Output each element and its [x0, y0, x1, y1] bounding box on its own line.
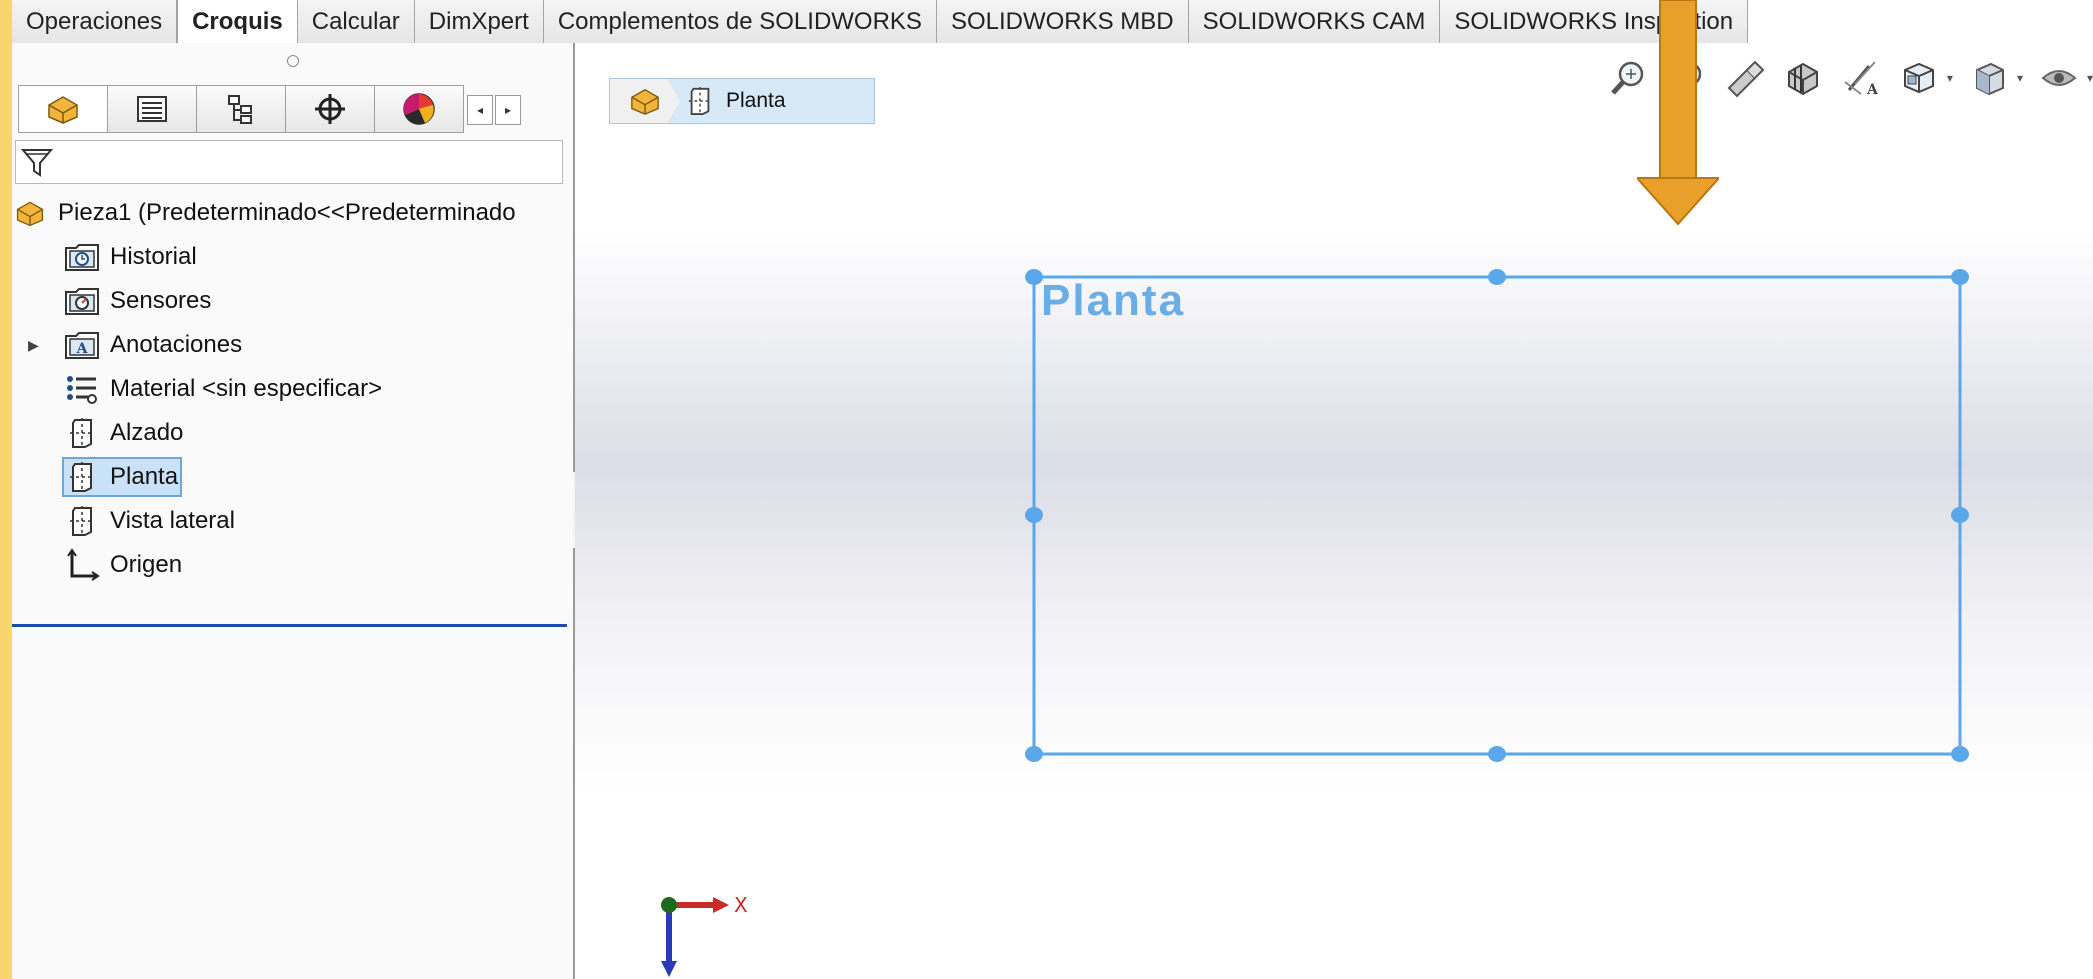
graphics-area[interactable]: Planta A ▾ ▾ ▾ Planta X: [575, 43, 2093, 979]
tree-root-part[interactable]: Pieza1 (Predeterminado<<Predeterminado: [12, 191, 573, 235]
tree-item-historial[interactable]: Historial: [12, 235, 573, 279]
resize-handle[interactable]: [1951, 269, 1969, 285]
manager-tabs-scroller: ◂ ▸: [464, 85, 524, 135]
tree-item-alzado[interactable]: Alzado: [12, 411, 573, 455]
history-folder-icon: [64, 239, 100, 275]
plane-handles: [1025, 269, 1969, 762]
tab-complementos[interactable]: Complementos de SOLIDWORKS: [544, 0, 937, 43]
origin-icon: [64, 547, 100, 583]
plane-icon: [64, 415, 100, 451]
tree-item-label: Planta: [110, 463, 179, 490]
part-manager-icon[interactable]: [18, 85, 108, 133]
tree-filter-bar[interactable]: [15, 140, 563, 184]
tree-item-anotaciones[interactable]: ▶ A Anotaciones: [12, 323, 573, 367]
tree-item-label: Alzado: [110, 419, 184, 446]
plane-icon: [64, 459, 100, 495]
resize-handle[interactable]: [1025, 507, 1043, 523]
tree-item-label: Historial: [110, 243, 197, 270]
sensors-folder-icon: [64, 283, 100, 319]
tree-selection-box: Planta: [61, 457, 183, 497]
tree-item-sensores[interactable]: Sensores: [12, 279, 573, 323]
tab-solidworks-mbd[interactable]: SOLIDWORKS MBD: [937, 0, 1189, 43]
resize-handle[interactable]: [1488, 269, 1506, 285]
plane-preview: [1025, 269, 1969, 762]
tree-item-label: Anotaciones: [110, 331, 243, 358]
annotation-arrow-icon: [1637, 0, 1719, 226]
tab-operaciones[interactable]: Operaciones: [12, 0, 178, 43]
tree-item-label: Origen: [110, 551, 183, 578]
svg-text:A: A: [76, 341, 89, 357]
tree-root-label: Pieza1 (Predeterminado<<Predeterminado: [58, 199, 516, 226]
annotations-folder-icon: A: [64, 327, 100, 363]
part-icon: [12, 195, 48, 231]
dimxpert-manager-icon[interactable]: [286, 85, 375, 133]
tab-croquis[interactable]: Croquis: [177, 0, 298, 43]
tab-solidworks-cam[interactable]: SOLIDWORKS CAM: [1189, 0, 1441, 43]
plane-label: Planta: [1041, 276, 1186, 325]
manager-tabs: ◂ ▸: [18, 85, 574, 135]
property-manager-icon[interactable]: [108, 85, 197, 133]
plane-rectangle[interactable]: [1032, 275, 1962, 756]
reference-triad: X: [661, 893, 748, 977]
material-icon: [64, 371, 100, 407]
scroll-right-button[interactable]: ▸: [495, 95, 521, 125]
display-manager-icon[interactable]: [375, 85, 464, 133]
tab-dimxpert[interactable]: DimXpert: [415, 0, 544, 43]
command-manager-tabs: Operaciones Croquis Calcular DimXpert Co…: [12, 0, 1749, 44]
resize-handle[interactable]: [1951, 507, 1969, 523]
panel-top-grip[interactable]: [12, 43, 573, 79]
tree-item-planta[interactable]: Planta: [12, 455, 573, 499]
plane-icon: [64, 503, 100, 539]
tree-item-material[interactable]: Material <sin especificar>: [12, 367, 573, 411]
filter-icon[interactable]: [20, 145, 54, 179]
axis-x-label: X: [734, 893, 748, 917]
solidworks-window: Operaciones Croquis Calcular DimXpert Co…: [12, 0, 2093, 979]
tree-item-vista-lateral[interactable]: Vista lateral: [12, 499, 573, 543]
resize-handle[interactable]: [1951, 746, 1969, 762]
resize-handle[interactable]: [1488, 746, 1506, 762]
featuremanager-panel: ◂ ▸ Pieza1 (Predeterminado<<Predetermina…: [12, 43, 575, 979]
configuration-manager-icon[interactable]: [197, 85, 286, 133]
tab-calcular[interactable]: Calcular: [298, 0, 415, 43]
tree-item-origen[interactable]: Origen: [12, 543, 573, 587]
tree-item-label: Sensores: [110, 287, 212, 314]
expand-arrow-icon[interactable]: ▶: [28, 337, 39, 354]
tree-item-label: Vista lateral: [110, 507, 235, 534]
scroll-left-button[interactable]: ◂: [467, 95, 493, 125]
tree-item-label: Material <sin especificar>: [110, 375, 383, 402]
rollback-bar[interactable]: [12, 624, 567, 627]
feature-tree: Pieza1 (Predeterminado<<Predeterminado H…: [12, 191, 573, 587]
resize-handle[interactable]: [1025, 746, 1043, 762]
